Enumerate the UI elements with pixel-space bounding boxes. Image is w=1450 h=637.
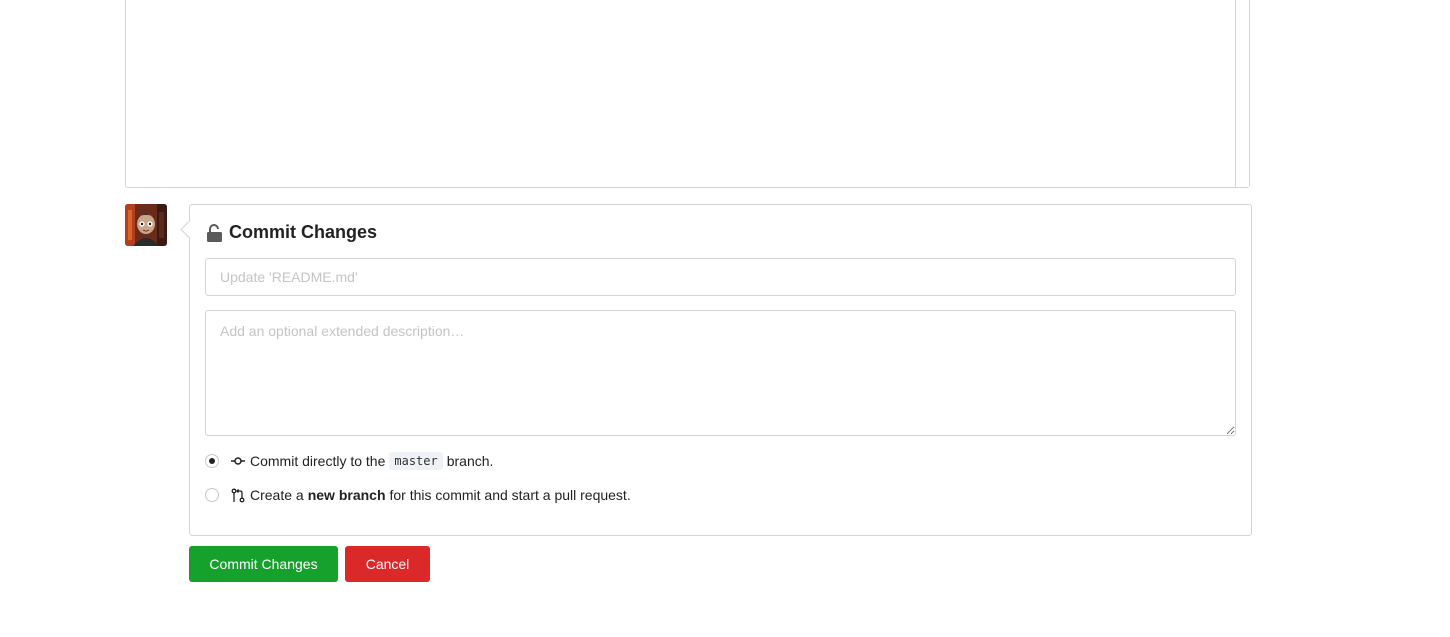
commit-changes-button[interactable]: Commit Changes <box>189 546 338 582</box>
editor-scrollbar[interactable] <box>1235 0 1249 187</box>
commit-description-input[interactable] <box>205 310 1236 436</box>
git-pull-request-icon <box>231 488 245 503</box>
new-branch-radio[interactable] <box>205 488 219 502</box>
file-editor[interactable] <box>125 0 1250 188</box>
commit-direct-suffix: branch. <box>446 453 494 469</box>
commit-header: Commit Changes <box>206 222 377 243</box>
new-branch-suffix: for this commit and start a pull request… <box>389 487 631 503</box>
unlock-icon <box>206 223 223 242</box>
commit-form: Commit Changes Commit directly to the ma… <box>189 204 1252 536</box>
new-branch-bold: new branch <box>307 487 386 503</box>
git-commit-icon <box>231 454 245 468</box>
commit-summary-input[interactable] <box>205 258 1236 296</box>
commit-direct-prefix: Commit directly to the <box>250 453 386 469</box>
cancel-button[interactable]: Cancel <box>345 546 430 582</box>
commit-title: Commit Changes <box>229 222 378 242</box>
user-avatar <box>125 204 167 246</box>
new-branch-option[interactable]: Create a new branch for this commit and … <box>205 487 631 503</box>
page: Commit Changes Commit directly to the ma… <box>0 0 1450 637</box>
branch-name: master <box>389 452 443 470</box>
commit-direct-option[interactable]: Commit directly to the master branch. <box>205 452 493 470</box>
new-branch-prefix: Create a <box>250 487 304 503</box>
commit-direct-radio[interactable] <box>205 454 219 468</box>
